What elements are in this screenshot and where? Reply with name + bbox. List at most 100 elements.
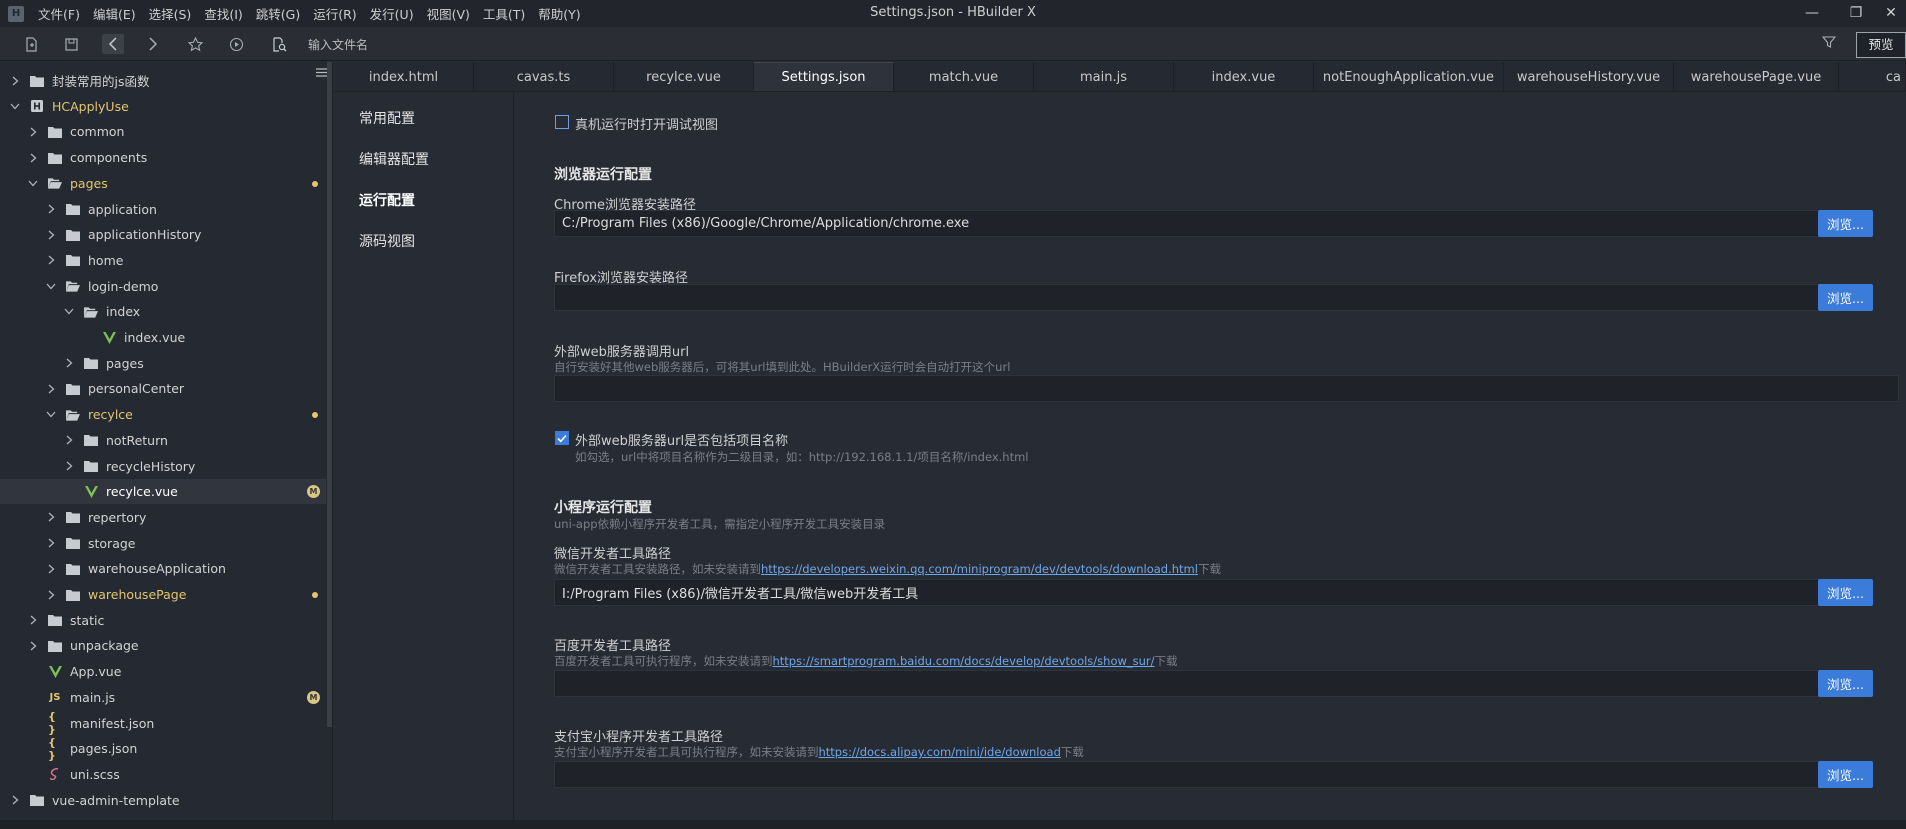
chevron-down-icon[interactable] bbox=[46, 281, 56, 291]
chevron-right-icon[interactable] bbox=[10, 795, 20, 805]
tab-match-vue[interactable]: match.vue bbox=[894, 62, 1034, 91]
back-icon[interactable] bbox=[102, 34, 124, 54]
external-web-input[interactable] bbox=[554, 375, 1899, 402]
tree-item-application[interactable]: application bbox=[0, 197, 326, 222]
chevron-right-icon[interactable] bbox=[28, 127, 38, 137]
tree-item-pages[interactable]: pages bbox=[0, 351, 326, 376]
chrome-browse-button[interactable]: 浏览... bbox=[1818, 210, 1873, 237]
tree-item-applicationhistory[interactable]: applicationHistory bbox=[0, 222, 326, 247]
tab-recylce-vue[interactable]: recylce.vue bbox=[614, 62, 754, 91]
tab-notenoughapplication-vue[interactable]: notEnoughApplication.vue bbox=[1314, 62, 1504, 91]
search-file-icon[interactable] bbox=[268, 34, 290, 54]
chevron-right-icon[interactable] bbox=[46, 512, 56, 522]
tree-item-unpackage[interactable]: unpackage bbox=[0, 633, 326, 658]
chevron-down-icon[interactable] bbox=[10, 101, 20, 111]
star-icon[interactable] bbox=[184, 34, 206, 54]
tree-item-warehousepage[interactable]: warehousePage bbox=[0, 582, 326, 607]
chevron-right-icon[interactable] bbox=[46, 204, 56, 214]
restore-button[interactable]: ❐ bbox=[1847, 4, 1865, 22]
tree-item-main-js[interactable]: JS main.js M bbox=[0, 685, 326, 710]
tree-item-storage[interactable]: storage bbox=[0, 531, 326, 556]
wechat-browse-button[interactable]: 浏览... bbox=[1818, 579, 1873, 606]
menu-find[interactable]: 查找(I) bbox=[204, 4, 242, 23]
chevron-right-icon[interactable] bbox=[46, 590, 56, 600]
minimize-button[interactable]: — bbox=[1803, 4, 1821, 22]
chevron-right-icon[interactable] bbox=[46, 538, 56, 548]
menu-publish[interactable]: 发行(U) bbox=[370, 4, 414, 23]
nav-run-settings[interactable]: 运行配置 bbox=[359, 190, 415, 210]
tree-item-uni-scss[interactable]: uni.scss bbox=[0, 762, 326, 787]
wechat-path-input[interactable]: I:/Program Files (x86)/微信开发者工具/微信web开发者工… bbox=[554, 579, 1851, 606]
file-search-input[interactable]: 输入文件名 bbox=[308, 36, 368, 53]
tree-item-manifest-json[interactable]: { } manifest.json bbox=[0, 710, 326, 736]
chevron-right-icon[interactable] bbox=[28, 641, 38, 651]
tree-item-components[interactable]: components bbox=[0, 145, 326, 170]
tree-item-pages-json[interactable]: { } pages.json bbox=[0, 736, 326, 762]
firefox-browse-button[interactable]: 浏览... bbox=[1818, 284, 1873, 311]
tree-item-common[interactable]: common bbox=[0, 119, 326, 144]
chevron-right-icon[interactable] bbox=[64, 358, 74, 368]
tree-item-personalcenter[interactable]: personalCenter bbox=[0, 376, 326, 401]
nav-source-view[interactable]: 源码视图 bbox=[359, 231, 415, 251]
menu-run[interactable]: 运行(R) bbox=[313, 4, 356, 23]
tree-item-vue-admin-template[interactable]: vue-admin-template bbox=[0, 788, 326, 813]
tree-item-js[interactable]: 封装常用的js函数 bbox=[0, 68, 326, 93]
tree-item-static[interactable]: static bbox=[0, 608, 326, 633]
new-file-icon[interactable] bbox=[20, 34, 42, 54]
tree-item-recylce[interactable]: recylce bbox=[0, 402, 326, 427]
chevron-right-icon[interactable] bbox=[10, 76, 20, 86]
alipay-path-input[interactable] bbox=[554, 761, 1851, 788]
tab-warehousepage-vue[interactable]: warehousePage.vue bbox=[1674, 62, 1839, 91]
forward-icon[interactable] bbox=[142, 34, 164, 54]
chevron-right-icon[interactable] bbox=[64, 461, 74, 471]
menu-goto[interactable]: 跳转(G) bbox=[256, 4, 300, 23]
chevron-down-icon[interactable] bbox=[28, 178, 38, 188]
chevron-right-icon[interactable] bbox=[28, 615, 38, 625]
menu-edit[interactable]: 编辑(E) bbox=[93, 4, 136, 23]
tree-item-pages[interactable]: pages bbox=[0, 171, 326, 196]
menu-view[interactable]: 视图(V) bbox=[427, 4, 470, 23]
include-project-name-checkbox[interactable] bbox=[555, 431, 569, 445]
chevron-right-icon[interactable] bbox=[46, 230, 56, 240]
tree-item-login-demo[interactable]: login-demo bbox=[0, 274, 326, 299]
baidu-download-link[interactable]: https://smartprogram.baidu.com/docs/deve… bbox=[773, 654, 1155, 668]
chevron-right-icon[interactable] bbox=[46, 255, 56, 265]
tree-item-notreturn[interactable]: notReturn bbox=[0, 428, 326, 453]
tab-index-vue[interactable]: index.vue bbox=[1174, 62, 1314, 91]
firefox-path-input[interactable] bbox=[554, 284, 1851, 311]
nav-common-settings[interactable]: 常用配置 bbox=[359, 108, 415, 128]
chevron-right-icon[interactable] bbox=[46, 384, 56, 394]
menu-select[interactable]: 选择(S) bbox=[149, 4, 192, 23]
tree-item-index[interactable]: index bbox=[0, 299, 326, 324]
tab-overflow[interactable]: ca bbox=[1839, 62, 1906, 91]
tree-item-hcapplyuse[interactable]: HCApplyUse bbox=[0, 94, 326, 119]
chevron-right-icon[interactable] bbox=[28, 153, 38, 163]
chevron-right-icon[interactable] bbox=[46, 564, 56, 574]
tree-item-recylce-vue[interactable]: recylce.vue M bbox=[0, 479, 326, 505]
chrome-path-input[interactable]: C:/Program Files (x86)/Google/Chrome/App… bbox=[554, 210, 1851, 237]
save-icon[interactable] bbox=[60, 34, 82, 54]
tab-cavas-ts[interactable]: cavas.ts bbox=[474, 62, 614, 91]
close-button[interactable]: ✕ bbox=[1882, 4, 1900, 22]
run-icon[interactable] bbox=[225, 34, 247, 54]
tab-main-js[interactable]: main.js bbox=[1034, 62, 1174, 91]
tree-item-warehouseapplication[interactable]: warehouseApplication bbox=[0, 556, 326, 581]
tab-warehousehistory-vue[interactable]: warehouseHistory.vue bbox=[1504, 62, 1674, 91]
alipay-browse-button[interactable]: 浏览... bbox=[1818, 761, 1873, 788]
alipay-download-link[interactable]: https://docs.alipay.com/mini/ide/downloa… bbox=[819, 745, 1061, 759]
wechat-download-link[interactable]: https://developers.weixin.qq.com/minipro… bbox=[761, 562, 1198, 576]
tree-item-app-vue[interactable]: App.vue bbox=[0, 659, 326, 684]
nav-editor-settings[interactable]: 编辑器配置 bbox=[359, 149, 429, 169]
sidebar-scrollbar[interactable] bbox=[327, 62, 332, 727]
chevron-down-icon[interactable] bbox=[64, 307, 74, 317]
tree-item-index-vue[interactable]: index.vue bbox=[0, 325, 326, 350]
baidu-path-input[interactable] bbox=[554, 670, 1851, 697]
tab-settings-json[interactable]: Settings.json bbox=[754, 62, 894, 91]
preview-button[interactable]: 预览 bbox=[1856, 32, 1906, 58]
baidu-browse-button[interactable]: 浏览... bbox=[1818, 670, 1873, 697]
menu-file[interactable]: 文件(F) bbox=[38, 4, 80, 23]
tree-item-home[interactable]: home bbox=[0, 248, 326, 273]
chevron-right-icon[interactable] bbox=[64, 435, 74, 445]
tab-index-html[interactable]: index.html bbox=[334, 62, 474, 91]
debug-view-checkbox[interactable] bbox=[555, 115, 569, 129]
